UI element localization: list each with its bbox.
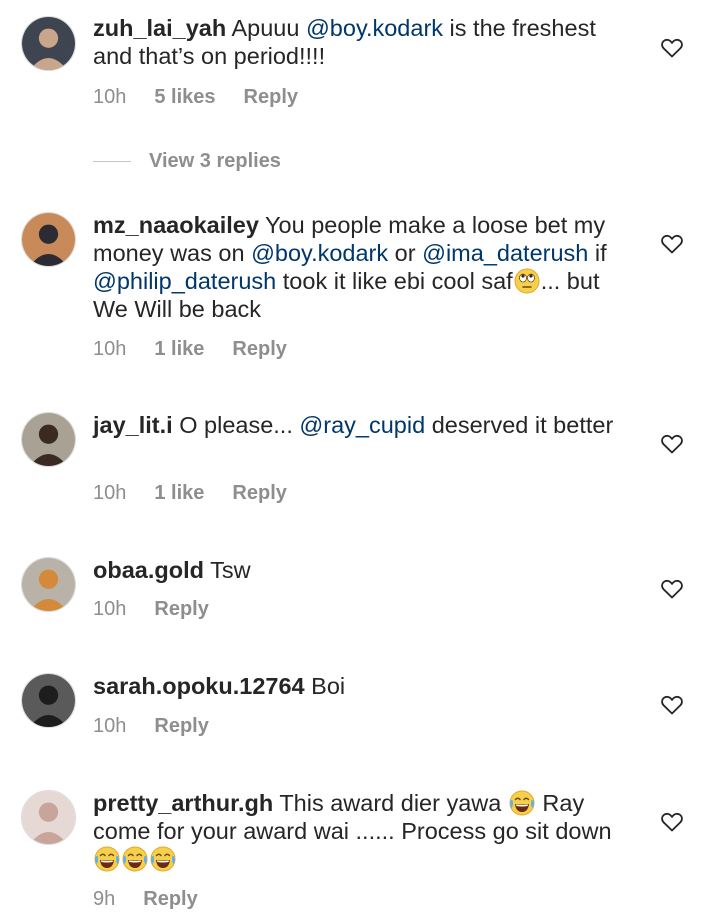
mention-link[interactable]: @philip_daterush	[93, 268, 276, 294]
avatar[interactable]	[21, 212, 76, 267]
comment-body-text: O please...	[179, 412, 300, 438]
comment-body-text: Apuuu	[231, 15, 306, 41]
avatar[interactable]	[21, 557, 76, 612]
face-with-tears-of-joy-icon	[509, 790, 535, 816]
comment-username[interactable]: obaa.gold	[93, 557, 204, 583]
comment-username[interactable]: zuh_lai_yah	[93, 15, 226, 41]
comment-username[interactable]: mz_naaokailey	[93, 212, 259, 238]
comment-text: mz_naaokailey You people make a loose be…	[93, 211, 633, 323]
avatar[interactable]	[21, 412, 76, 467]
reply-button[interactable]: Reply	[143, 888, 197, 910]
reply-button[interactable]: Reply	[154, 715, 208, 737]
comment-text: sarah.opoku.12764 Boi	[93, 672, 633, 700]
comment-body-text: took it like ebi cool saf	[276, 268, 513, 294]
comment-meta: 10h 1 like Reply	[93, 482, 315, 505]
mention-link[interactable]: @ima_daterush	[422, 240, 588, 266]
comment-timestamp: 10h	[93, 338, 127, 360]
heart-icon[interactable]	[660, 577, 684, 601]
comment-likes[interactable]: 1 like	[154, 482, 204, 504]
comment-text: obaa.gold Tsw	[93, 556, 633, 584]
comment-meta: 10h Reply	[93, 715, 237, 738]
comment-username[interactable]: pretty_arthur.gh	[93, 790, 273, 816]
comment-username[interactable]: jay_lit.i	[93, 412, 173, 438]
heart-icon[interactable]	[660, 232, 684, 256]
comment-timestamp: 10h	[93, 598, 127, 620]
heart-icon[interactable]	[660, 693, 684, 717]
comment-body-text: or	[388, 240, 423, 266]
heart-icon[interactable]	[660, 810, 684, 834]
heart-icon[interactable]	[660, 36, 684, 60]
mention-link[interactable]: @ray_cupid	[299, 412, 425, 438]
comment-body-text: if	[588, 240, 607, 266]
comment-text: pretty_arthur.gh This award dier yawa Ra…	[93, 789, 633, 873]
comment-body-text: Boi	[311, 673, 346, 699]
view-replies-label: View 3 replies	[149, 150, 281, 172]
comment-meta: 10h Reply	[93, 598, 237, 621]
comment-timestamp: 9h	[93, 888, 116, 910]
comment-meta: 9h Reply	[93, 888, 226, 911]
comment-meta: 10h 5 likes Reply	[93, 86, 326, 109]
comment-text: jay_lit.i O please... @ray_cupid deserve…	[93, 411, 633, 439]
comment-username[interactable]: sarah.opoku.12764	[93, 673, 305, 699]
view-replies-button[interactable]: View 3 replies	[93, 150, 281, 173]
face-with-tears-of-joy-icon	[122, 846, 148, 872]
reply-button[interactable]: Reply	[154, 598, 208, 620]
reply-button[interactable]: Reply	[232, 482, 286, 504]
comment-text: zuh_lai_yah Apuuu @boy.kodark is the fre…	[93, 14, 633, 70]
comment-timestamp: 10h	[93, 482, 127, 504]
comment-body-text: deserved it better	[425, 412, 614, 438]
comment-timestamp: 10h	[93, 86, 127, 108]
comment-likes[interactable]: 1 like	[154, 338, 204, 360]
avatar[interactable]	[21, 16, 76, 71]
face-with-tears-of-joy-icon	[94, 846, 120, 872]
avatar[interactable]	[21, 673, 76, 728]
comment-timestamp: 10h	[93, 715, 127, 737]
mention-link[interactable]: @boy.kodark	[306, 15, 443, 41]
face-with-tears-of-joy-icon	[150, 846, 176, 872]
face-with-rolling-eyes-icon	[514, 268, 540, 294]
heart-icon[interactable]	[660, 432, 684, 456]
comment-body-text: Tsw	[210, 557, 251, 583]
comment-meta: 10h 1 like Reply	[93, 338, 315, 361]
replies-divider	[93, 161, 131, 163]
mention-link[interactable]: @boy.kodark	[251, 240, 388, 266]
avatar[interactable]	[21, 790, 76, 845]
reply-button[interactable]: Reply	[232, 338, 286, 360]
comment-likes[interactable]: 5 likes	[154, 86, 215, 108]
reply-button[interactable]: Reply	[244, 86, 298, 108]
comment-body-text: This award dier yawa	[279, 790, 508, 816]
